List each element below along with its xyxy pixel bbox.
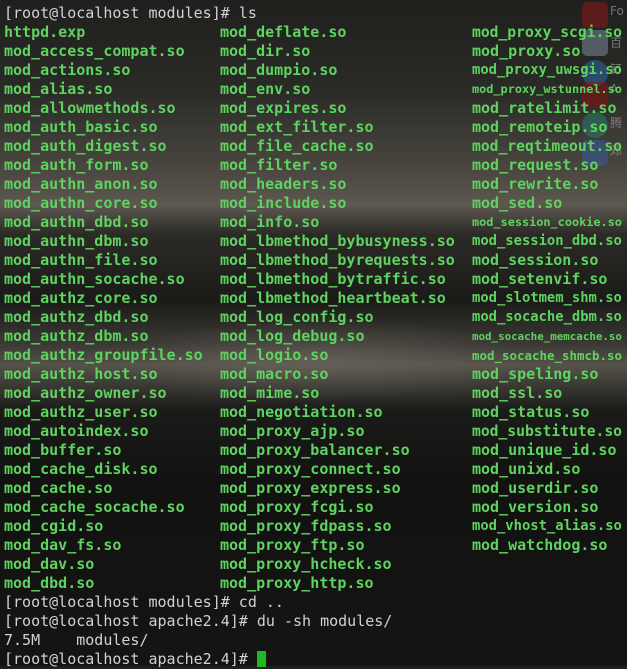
file-entry: mod_actions.so — [4, 61, 131, 79]
du-output: 7.5M modules/ — [4, 631, 149, 650]
file-entry: mod_ratelimit.so — [472, 99, 617, 117]
file-entry: mod_lbmethod_bytraffic.so — [220, 270, 446, 288]
file-entry: mod_session_cookie.so — [472, 215, 622, 229]
prompt-line: [root@localhost apache2.4]# du -sh modul… — [4, 612, 392, 631]
file-entry: mod_access_compat.so — [4, 42, 185, 60]
file-entry: mod_filter.so — [220, 156, 338, 174]
file-entry: mod_auth_digest.so — [4, 137, 167, 155]
file-entry: mod_authn_socache.so — [4, 270, 185, 288]
file-entry: mod_authz_dbd.so — [4, 308, 149, 326]
file-entry: mod_proxy_balancer.so — [220, 441, 410, 459]
file-entry: mod_auth_form.so — [4, 156, 149, 174]
file-entry: mod_proxy_hcheck.so — [220, 555, 392, 573]
file-entry: mod_session.so — [472, 251, 599, 269]
file-entry: mod_rewrite.so — [472, 175, 599, 193]
file-entry: mod_dbd.so — [4, 574, 95, 592]
file-entry: mod_socache_dbm.so — [472, 309, 622, 325]
file-entry: mod_authn_anon.so — [4, 175, 158, 193]
file-entry: mod_dav.so — [4, 555, 95, 573]
prompt-line: [root@localhost modules]# cd .. — [4, 593, 284, 612]
file-entry: mod_proxy_fcgi.so — [220, 498, 374, 516]
file-entry: mod_lbmethod_heartbeat.so — [220, 289, 446, 307]
file-entry: mod_file_cache.so — [220, 137, 374, 155]
cursor — [256, 651, 266, 667]
file-entry: mod_authn_dbm.so — [4, 232, 149, 250]
file-entry: mod_status.so — [472, 403, 590, 421]
file-entry: mod_proxy_ajp.so — [220, 422, 365, 440]
file-entry: mod_authz_core.so — [4, 289, 158, 307]
file-entry: httpd.exp — [4, 23, 86, 41]
file-entry: mod_deflate.so — [220, 23, 347, 41]
file-entry: mod_cgid.so — [4, 517, 104, 535]
file-entry: mod_speling.so — [472, 365, 599, 383]
file-entry: mod_expires.so — [220, 99, 347, 117]
line-text: [root@localhost apache2.4]# — [4, 650, 257, 668]
file-entry: mod_cache.so — [4, 479, 113, 497]
file-entry: mod_reqtimeout.so — [472, 138, 623, 155]
file-entry: mod_socache_memcache.so — [472, 330, 622, 343]
file-entry: mod_substitute.so — [472, 423, 623, 440]
file-entry: mod_log_config.so — [220, 308, 374, 326]
file-entry: mod_info.so — [220, 213, 320, 231]
file-entry: mod_autoindex.so — [4, 422, 149, 440]
prompt-line: [root@localhost apache2.4]# — [4, 650, 266, 669]
file-entry: mod_authn_core.so — [4, 194, 158, 212]
file-entry: mod_socache_shmcb.so — [472, 348, 622, 363]
file-entry: mod_watchdog.so — [472, 536, 608, 554]
file-entry: mod_logio.so — [220, 346, 329, 364]
file-entry: mod_dumpio.so — [220, 61, 338, 79]
file-entry: mod_unixd.so — [472, 460, 581, 478]
file-entry: mod_proxy_uwsgi.so — [472, 62, 622, 78]
file-entry: mod_session_dbd.so — [472, 233, 622, 249]
file-entry: mod_remoteip.so — [472, 118, 608, 136]
file-entry: mod_lbmethod_bybusyness.so — [220, 232, 455, 250]
file-entry: mod_cache_disk.so — [4, 460, 158, 478]
file-entry: mod_authz_user.so — [4, 403, 158, 421]
file-entry: mod_authz_owner.so — [4, 384, 167, 402]
file-entry: mod_auth_basic.so — [4, 118, 158, 136]
file-entry: mod_proxy_express.so — [220, 479, 401, 497]
file-entry: mod_authn_file.so — [4, 251, 158, 269]
file-entry: mod_proxy_connect.so — [220, 460, 401, 478]
file-entry: mod_mime.so — [220, 384, 320, 402]
file-entry: mod_include.so — [220, 194, 347, 212]
file-entry: mod_proxy.so — [472, 42, 581, 60]
file-entry: mod_proxy_http.so — [220, 574, 374, 592]
file-entry: mod_ssl.so — [472, 384, 563, 402]
file-entry: mod_log_debug.so — [220, 327, 365, 345]
line-text: [root@localhost apache2.4]# du -sh modul… — [4, 612, 393, 630]
file-entry: mod_userdir.so — [472, 479, 599, 497]
file-entry: mod_allowmethods.so — [4, 99, 176, 117]
file-entry: mod_sed.so — [472, 194, 563, 212]
file-entry: mod_dav_fs.so — [4, 536, 122, 554]
file-entry: mod_proxy_fdpass.so — [220, 517, 392, 535]
file-entry: mod_vhost_alias.so — [472, 518, 622, 534]
line-text: 7.5M modules/ — [4, 631, 149, 649]
file-entry: mod_request.so — [472, 156, 599, 174]
file-entry: mod_version.so — [472, 498, 599, 516]
file-entry: mod_authz_dbm.so — [4, 327, 149, 345]
file-entry: mod_proxy_scgi.so — [472, 24, 623, 41]
file-entry: mod_proxy_wstunnel.so — [472, 82, 622, 96]
file-entry: mod_authn_dbd.so — [4, 213, 149, 231]
terminal[interactable]: [root@localhost modules]# ls httpd.exp mo… — [0, 0, 627, 669]
file-entry: mod_authz_host.so — [4, 365, 158, 383]
file-entry: mod_proxy_ftp.so — [220, 536, 365, 554]
file-entry: mod_dir.so — [220, 42, 311, 60]
file-entry: mod_env.so — [220, 80, 311, 98]
line-text: [root@localhost modules]# cd .. — [4, 593, 284, 611]
file-entry: mod_setenvif.so — [472, 270, 608, 288]
file-entry: mod_ext_filter.so — [220, 118, 374, 136]
file-entry: mod_buffer.so — [4, 441, 122, 459]
file-entry: mod_lbmethod_byrequests.so — [220, 251, 455, 269]
file-entry: mod_alias.so — [4, 80, 113, 98]
file-entry: mod_negotiation.so — [220, 403, 383, 421]
file-entry: mod_unique_id.so — [472, 441, 617, 459]
file-entry: mod_authz_groupfile.so — [4, 346, 203, 364]
prompt-line: [root@localhost modules]# ls — [4, 4, 257, 22]
file-entry: mod_headers.so — [220, 175, 347, 193]
file-entry: mod_cache_socache.so — [4, 498, 185, 516]
file-entry: mod_slotmem_shm.so — [472, 290, 622, 306]
file-entry: mod_macro.so — [220, 365, 329, 383]
